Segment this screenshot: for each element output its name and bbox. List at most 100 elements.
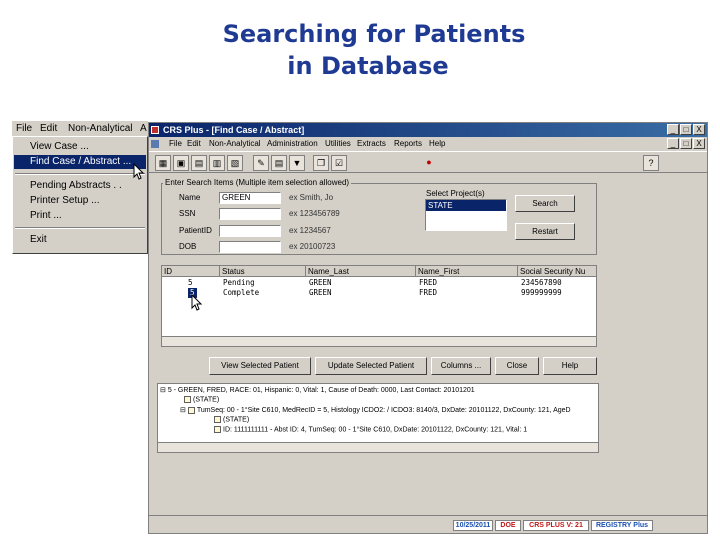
- cell-id: 5: [188, 278, 193, 287]
- menu-edit[interactable]: Edit: [187, 137, 201, 151]
- patientid-input[interactable]: [219, 225, 281, 237]
- slide-subtitle: in Database: [287, 52, 449, 80]
- patient-tree[interactable]: ⊟ 5 - GREEN, FRED, RACE: 01, Hispanic: 0…: [157, 383, 599, 453]
- col-header-ssn[interactable]: Social Security Nu: [518, 266, 596, 277]
- menu-separator: [15, 227, 145, 229]
- overlay-menu-more[interactable]: A: [140, 121, 147, 137]
- cell-name-first: FRED: [419, 288, 438, 297]
- menu-separator: [15, 173, 145, 175]
- tree-node-tumor[interactable]: ⊟ TumSeq: 00 - 1°Site C610, MedRecID = 5…: [180, 406, 571, 414]
- status-date: 10/25/2011: [453, 520, 493, 531]
- toolbar-edit-icon[interactable]: ✎: [253, 155, 269, 171]
- col-header-status[interactable]: Status: [220, 266, 306, 277]
- inner-close-button[interactable]: X: [693, 138, 705, 149]
- menu-help[interactable]: Help: [429, 137, 445, 151]
- toolbar-report-icon[interactable]: ▤: [271, 155, 287, 171]
- maximize-button[interactable]: □: [680, 124, 692, 135]
- status-user: DOE: [495, 520, 521, 531]
- inner-restore-button[interactable]: □: [680, 138, 692, 149]
- col-header-name-last[interactable]: Name_Last: [306, 266, 416, 277]
- project-item-state[interactable]: STATE: [426, 200, 506, 211]
- toolbar-table-icon[interactable]: ▥: [209, 155, 225, 171]
- cell-status: Pending: [223, 278, 255, 287]
- menu-item-pending-abstracts[interactable]: Pending Abstracts . .: [14, 179, 146, 193]
- ssn-input[interactable]: [219, 208, 281, 220]
- window-titlebar[interactable]: CRS Plus - [Find Case / Abstract]: [149, 123, 707, 137]
- minimize-button[interactable]: _: [667, 124, 679, 135]
- slide-title: Searching for Patients: [222, 20, 526, 48]
- overlay-menu-edit[interactable]: Edit: [40, 121, 57, 137]
- close-window-button[interactable]: X: [693, 124, 705, 135]
- ssn-hint: ex 123456789: [289, 209, 340, 218]
- toolbar-save-icon[interactable]: ▣: [173, 155, 189, 171]
- projects-listbox[interactable]: STATE: [425, 199, 507, 231]
- cell-name-first: FRED: [419, 278, 438, 287]
- tree-node-tumor-project[interactable]: (STATE): [214, 416, 249, 423]
- toolbar-copy-icon[interactable]: ❐: [313, 155, 329, 171]
- search-button[interactable]: Search: [515, 195, 575, 212]
- menu-reports[interactable]: Reports: [394, 137, 422, 151]
- close-button[interactable]: Close: [495, 357, 539, 375]
- menu-non-analytical[interactable]: Non-Analytical: [209, 137, 261, 151]
- toolbar-help-icon[interactable]: ?: [643, 155, 659, 171]
- statusbar: 10/25/2011 DOE CRS PLUS V: 21 REGISTRY P…: [149, 515, 707, 533]
- toolbar-filter-icon[interactable]: ▼: [289, 155, 305, 171]
- name-hint: ex Smith, Jo: [289, 193, 334, 202]
- menu-utilities[interactable]: Utilities: [325, 137, 351, 151]
- toolbar-alert-icon[interactable]: ●: [421, 155, 437, 171]
- results-grid[interactable]: ID Status Name_Last Name_First Social Se…: [161, 265, 597, 347]
- name-input[interactable]: GREEN: [219, 192, 281, 204]
- menu-item-print[interactable]: Print ...: [14, 209, 146, 223]
- overlay-menu-non-analytical[interactable]: Non-Analytical: [68, 121, 132, 137]
- dob-label: DOB: [179, 242, 197, 251]
- menu-extracts[interactable]: Extracts: [357, 137, 386, 151]
- tree-node-patient[interactable]: ⊟ 5 - GREEN, FRED, RACE: 01, Hispanic: 0…: [160, 386, 475, 394]
- menu-file[interactable]: File: [169, 137, 182, 151]
- patientid-label: PatientID: [179, 226, 212, 235]
- status-product: REGISTRY Plus: [591, 520, 653, 531]
- name-label: Name: [179, 193, 201, 202]
- dob-input[interactable]: [219, 241, 281, 253]
- status-version: CRS PLUS V: 21: [523, 520, 589, 531]
- window-title: CRS Plus - [Find Case / Abstract]: [163, 125, 305, 135]
- toolbar: ▦ ▣ ▤ ▥ ▧ ✎ ▤ ▼ ❐ ☑ ● ?: [149, 151, 707, 173]
- restart-button[interactable]: Restart: [515, 223, 575, 240]
- col-header-id[interactable]: ID: [162, 266, 220, 277]
- select-projects-label: Select Project(s): [426, 189, 485, 198]
- menu-item-find-case[interactable]: Find Case / Abstract ...: [14, 155, 146, 169]
- col-header-name-first[interactable]: Name_First: [416, 266, 518, 277]
- tree-hscroll[interactable]: [158, 442, 598, 452]
- file-dropdown-menu: View Case ... Find Case / Abstract ... P…: [12, 136, 148, 254]
- menu-item-exit[interactable]: Exit: [14, 233, 146, 247]
- cell-status: Complete: [223, 288, 260, 297]
- menubar: File Edit Non-Analytical Administration …: [149, 137, 707, 151]
- ssn-label: SSN: [179, 209, 196, 218]
- cell-name-last: GREEN: [309, 278, 332, 287]
- tree-node-project[interactable]: (STATE): [184, 396, 219, 403]
- tree-node-abstract[interactable]: ID: 1111111111 - Abst ID: 4, TumSeq: 00 …: [214, 426, 527, 433]
- app-icon: [151, 126, 159, 134]
- help-button[interactable]: Help: [543, 357, 597, 375]
- search-group-label: Enter Search Items (Multiple item select…: [163, 178, 352, 187]
- inner-minimize-button[interactable]: _: [667, 138, 679, 149]
- menu-item-view-case[interactable]: View Case ...: [14, 140, 146, 154]
- columns-button[interactable]: Columns ...: [431, 357, 491, 375]
- patientid-hint: ex 1234567: [289, 226, 331, 235]
- overlay-menubar: File Edit Non-Analytical A: [12, 120, 148, 136]
- cell-name-last: GREEN: [309, 288, 332, 297]
- view-selected-patient-button[interactable]: View Selected Patient: [209, 357, 311, 375]
- menu-administration[interactable]: Administration: [267, 137, 318, 151]
- toolbar-check-icon[interactable]: ☑: [331, 155, 347, 171]
- mouse-cursor-icon: [191, 294, 203, 311]
- toolbar-list-icon[interactable]: ▤: [191, 155, 207, 171]
- results-hscroll[interactable]: [162, 336, 596, 346]
- menu-item-printer-setup[interactable]: Printer Setup ...: [14, 194, 146, 208]
- update-selected-patient-button[interactable]: Update Selected Patient: [315, 357, 427, 375]
- toolbar-grid-icon[interactable]: ▦: [155, 155, 171, 171]
- cell-ssn: 234567890: [521, 278, 562, 287]
- overlay-menu-file[interactable]: File: [16, 121, 32, 137]
- crs-plus-window: CRS Plus - [Find Case / Abstract] _ □ X …: [148, 122, 708, 534]
- mouse-cursor-icon: [133, 163, 145, 180]
- toolbar-form-icon[interactable]: ▧: [227, 155, 243, 171]
- dob-hint: ex 20100723: [289, 242, 336, 251]
